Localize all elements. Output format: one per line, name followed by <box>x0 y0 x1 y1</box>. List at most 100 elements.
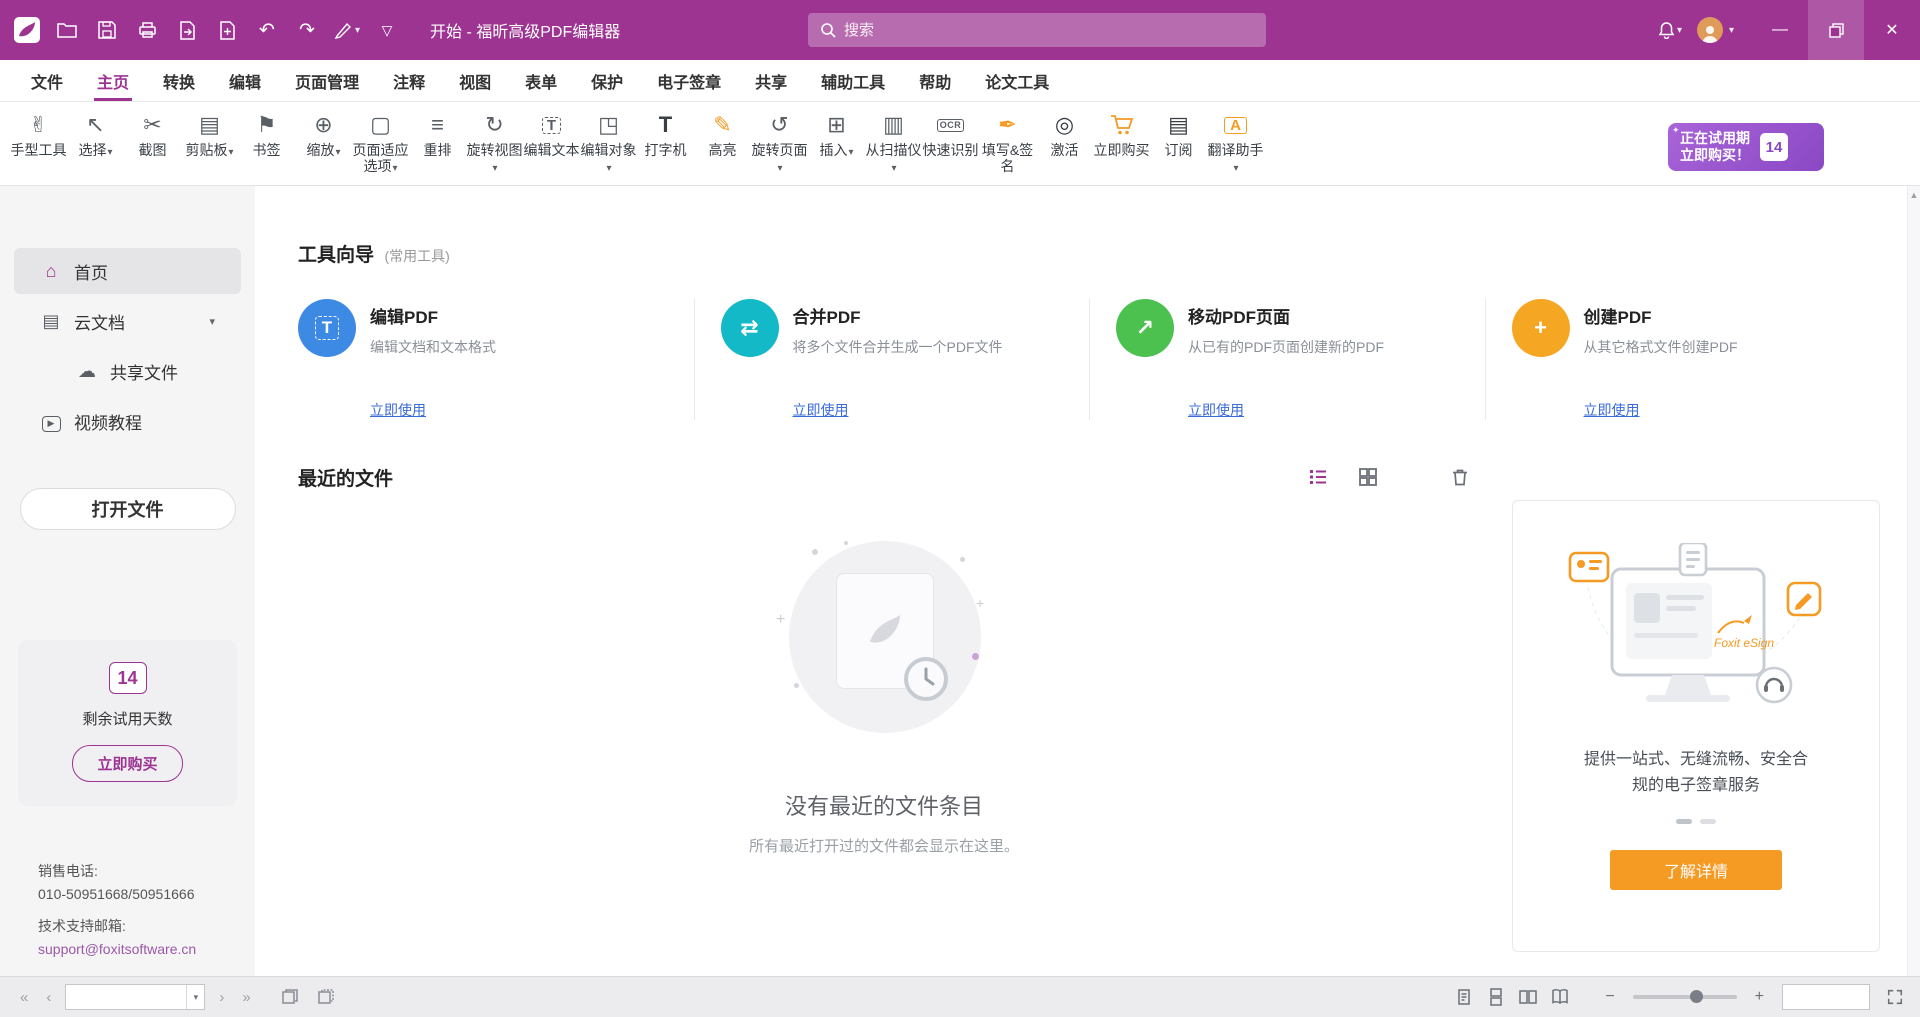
chevron-down-icon[interactable]: ▾ <box>209 315 215 328</box>
trial-line2: 立即购买！ <box>1680 147 1750 164</box>
open-file-button[interactable]: 打开文件 <box>20 488 236 530</box>
ribbon-button-insert[interactable]: ⊞ 插入▾ <box>808 109 865 161</box>
open-folder-icon[interactable] <box>54 13 80 47</box>
ribbon-button-page-fit[interactable]: ▢ 页面适应选项▾ <box>352 109 409 177</box>
facing-view-icon[interactable] <box>1519 988 1537 1006</box>
single-page-thumbnail-icon[interactable] <box>281 988 299 1006</box>
single-page-view-icon[interactable] <box>1455 988 1473 1006</box>
list-view-icon[interactable] <box>1308 467 1328 487</box>
chevron-down-icon[interactable]: ▾ <box>186 985 204 1009</box>
export-doc-icon[interactable] <box>174 13 200 47</box>
create-doc-icon[interactable] <box>214 13 240 47</box>
ribbon-button-typewriter[interactable]: T 打字机 <box>637 109 694 158</box>
zoom-out-button[interactable]: − <box>1603 988 1616 1006</box>
use-now-link[interactable]: 立即使用 <box>1188 400 1463 420</box>
play-icon: ▶ <box>40 410 62 432</box>
ribbon-button-bookmark[interactable]: ⚑ 书签 <box>238 109 295 158</box>
last-page-button[interactable]: » <box>238 989 254 1006</box>
scrollbar[interactable]: ▲ <box>1907 186 1920 976</box>
ribbon-button-hand-tool[interactable]: ✌ 手型工具 <box>10 109 67 158</box>
use-now-link[interactable]: 立即使用 <box>1584 400 1859 420</box>
menu-page-management[interactable]: 页面管理 <box>278 60 376 101</box>
ribbon-button-translate-assistant[interactable]: A 翻译助手▾ <box>1207 109 1264 177</box>
ribbon-button-activate[interactable]: ◎ 激活 <box>1036 109 1093 158</box>
sidebar-item-home[interactable]: ⌂ 首页 <box>14 248 241 294</box>
filter-icon[interactable]: ▽ <box>374 13 400 47</box>
menu-edit[interactable]: 编辑 <box>212 60 278 101</box>
prev-page-button[interactable]: ‹ <box>42 989 55 1006</box>
multi-page-thumbnail-icon[interactable] <box>317 988 335 1006</box>
undo-icon[interactable]: ↶ <box>254 13 280 47</box>
zoom-slider[interactable] <box>1633 995 1737 999</box>
notification-bell-icon[interactable]: ▾ <box>1657 13 1683 47</box>
page-number-input[interactable] <box>66 990 186 1005</box>
zoom-slider-thumb[interactable] <box>1690 990 1703 1003</box>
redo-icon[interactable]: ↷ <box>294 13 320 47</box>
ribbon-button-from-scanner[interactable]: ▥ 从扫描仪▾ <box>865 109 922 177</box>
menu-paper-tools[interactable]: 论文工具 <box>968 60 1066 101</box>
ribbon-button-highlight[interactable]: ✎ 高亮 <box>694 109 751 158</box>
ribbon-button-clipboard[interactable]: ▤ 剪贴板▾ <box>181 109 238 161</box>
search-bar[interactable] <box>808 13 1266 47</box>
ribbon-button-buy-now[interactable]: 立即购买 <box>1093 109 1150 158</box>
scroll-up-icon[interactable]: ▲ <box>1910 190 1919 200</box>
support-email-link[interactable]: support@foxitsoftware.cn <box>38 941 196 957</box>
trial-buy-badge[interactable]: ✦ 正在试用期 立即购买！ 14 <box>1668 123 1824 171</box>
edit-object-icon: ◳ <box>598 111 619 139</box>
menu-form[interactable]: 表单 <box>508 60 574 101</box>
ribbon-button-fill-sign[interactable]: ✒ 填写&签名 <box>979 109 1036 174</box>
menu-view[interactable]: 视图 <box>442 60 508 101</box>
menu-esign[interactable]: 电子签章 <box>640 60 738 101</box>
grid-view-icon[interactable] <box>1358 467 1378 487</box>
sidebar-item-shared-files[interactable]: ☁ 共享文件 <box>14 348 241 394</box>
minimize-button[interactable]: — <box>1752 0 1808 60</box>
menu-accessibility[interactable]: 辅助工具 <box>804 60 902 101</box>
sidebar: ⌂ 首页 ▤ 云文档 ▾ ☁ 共享文件 ▶ 视频教程 打开文件 14 剩余试用天… <box>0 186 255 976</box>
buy-now-button[interactable]: 立即购买 <box>72 745 182 782</box>
pagination-dot[interactable] <box>1676 819 1692 824</box>
ribbon-button-zoom[interactable]: ⊕ 缩放▾ <box>295 109 352 161</box>
menu-share[interactable]: 共享 <box>738 60 804 101</box>
zoom-level-input[interactable] <box>1783 985 1869 1009</box>
search-input[interactable] <box>844 22 1254 39</box>
ribbon-button-select[interactable]: ↖ 选择▾ <box>67 109 124 161</box>
menu-help[interactable]: 帮助 <box>902 60 968 101</box>
ribbon-button-reflow[interactable]: ≡ 重排 <box>409 109 466 158</box>
use-now-link[interactable]: 立即使用 <box>370 400 672 420</box>
esign-pen-icon[interactable]: ▾ <box>334 13 360 47</box>
window-title: 开始 - 福昕高级PDF编辑器 <box>430 18 620 42</box>
sidebar-item-cloud-docs[interactable]: ▤ 云文档 ▾ <box>14 298 241 344</box>
use-now-link[interactable]: 立即使用 <box>793 400 1068 420</box>
sign-icon: ✒ <box>998 111 1016 139</box>
ribbon-button-quick-ocr[interactable]: OCR 快速识别 <box>922 109 979 158</box>
ribbon-button-rotate-pages[interactable]: ↺ 旋转页面▾ <box>751 109 808 177</box>
menu-convert[interactable]: 转换 <box>146 60 212 101</box>
close-button[interactable]: ✕ <box>1864 0 1920 60</box>
ribbon-button-subscribe[interactable]: ▤ 订阅 <box>1150 109 1207 158</box>
recent-empty-state: + + 没有最近的文件条目 所有最近打开过的文件都会显示在这里。 <box>298 513 1470 856</box>
trash-icon[interactable] <box>1450 467 1470 487</box>
menu-protect[interactable]: 保护 <box>574 60 640 101</box>
ribbon-button-snapshot[interactable]: ✂ 截图 <box>124 109 181 158</box>
first-page-button[interactable]: « <box>16 989 32 1006</box>
continuous-view-icon[interactable] <box>1487 988 1505 1006</box>
save-icon[interactable] <box>94 13 120 47</box>
print-icon[interactable] <box>134 13 160 47</box>
menu-comment[interactable]: 注释 <box>376 60 442 101</box>
sidebar-item-video-tutorials[interactable]: ▶ 视频教程 <box>14 398 241 444</box>
ribbon-button-rotate-view[interactable]: ↻ 旋转视图▾ <box>466 109 523 177</box>
fullscreen-icon[interactable] <box>1886 988 1904 1006</box>
ribbon-button-edit-object[interactable]: ◳ 编辑对象▾ <box>580 109 637 177</box>
ribbon-button-edit-text[interactable]: T 编辑文本 <box>523 109 580 158</box>
trial-days-label: 剩余试用天数 <box>18 708 237 729</box>
restore-button[interactable] <box>1808 0 1864 60</box>
book-view-icon[interactable] <box>1551 988 1569 1006</box>
zoom-in-button[interactable]: + <box>1753 988 1766 1006</box>
pagination-dot[interactable] <box>1700 819 1716 824</box>
menu-home[interactable]: 主页 <box>80 60 146 101</box>
learn-more-button[interactable]: 了解详情 <box>1610 850 1782 890</box>
recent-files-section: 最近的文件 <box>298 464 1470 952</box>
next-page-button[interactable]: › <box>215 989 228 1006</box>
menu-file[interactable]: 文件 <box>14 60 80 101</box>
account-menu[interactable]: ▾ <box>1697 17 1734 43</box>
